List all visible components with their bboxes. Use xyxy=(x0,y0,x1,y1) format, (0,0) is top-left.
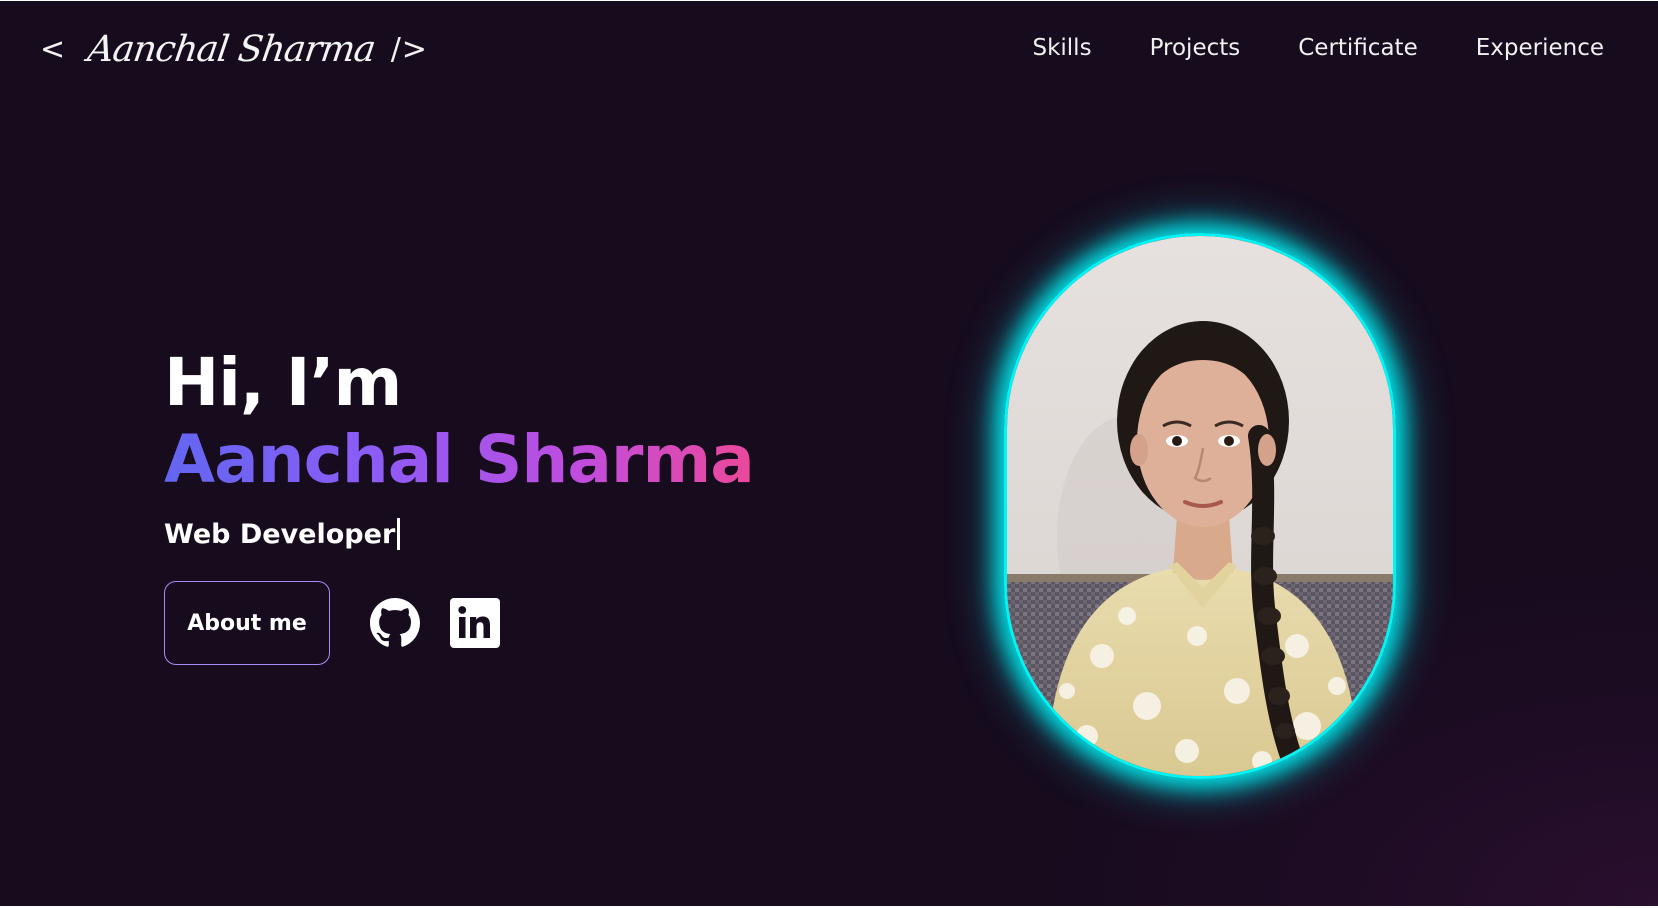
nav-link-skills[interactable]: Skills xyxy=(1032,35,1091,61)
profile-photo xyxy=(1004,233,1396,779)
nav-link-experience[interactable]: Experience xyxy=(1476,35,1604,61)
hero-name: Aanchal Sharma xyxy=(164,421,755,498)
site-logo[interactable]: < Aanchal Sharma /> xyxy=(40,23,428,75)
hero-greeting: Hi, I’m xyxy=(164,344,402,421)
hero-intro: Hi, I’m Aanchal Sharma Web Developer xyxy=(164,344,755,550)
main-nav: Skills Projects Certificate Experience xyxy=(1032,35,1604,61)
logo-open-bracket: < xyxy=(40,31,67,67)
hero-actions: About me xyxy=(164,581,500,665)
portfolio-page: < Aanchal Sharma /> Skills Projects Cert… xyxy=(0,1,1658,906)
hero-role: Web Developer xyxy=(164,518,396,550)
nav-link-projects[interactable]: Projects xyxy=(1150,35,1241,61)
hero-role-line: Web Developer xyxy=(164,518,754,550)
logo-close-bracket: /> xyxy=(390,31,428,67)
typing-caret xyxy=(397,518,401,550)
profile-photo-illustration xyxy=(1007,236,1393,776)
nav-link-certificate[interactable]: Certificate xyxy=(1298,35,1417,61)
about-me-button[interactable]: About me xyxy=(164,581,330,665)
logo-name: Aanchal Sharma xyxy=(85,28,378,70)
github-icon-svg xyxy=(370,598,420,647)
github-icon[interactable] xyxy=(370,598,420,648)
linkedin-icon[interactable] xyxy=(450,598,500,648)
linkedin-icon-svg xyxy=(450,598,500,648)
